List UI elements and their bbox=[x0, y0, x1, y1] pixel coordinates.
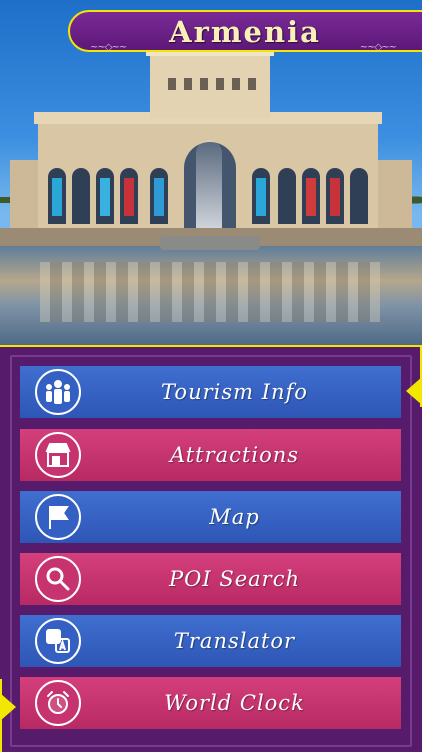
attractions-label: Attractions bbox=[169, 443, 300, 467]
attractions-button[interactable]: Attractions bbox=[20, 429, 401, 481]
facade-arch bbox=[350, 168, 368, 224]
tower-window bbox=[232, 78, 240, 90]
facade-banner bbox=[52, 178, 62, 216]
facade-banner bbox=[154, 178, 164, 216]
poi-search-label: POI Search bbox=[169, 567, 300, 591]
tourism-info-label: Tourism Info bbox=[161, 380, 308, 404]
pointer-left-icon bbox=[0, 693, 16, 721]
facade-arch bbox=[278, 168, 296, 224]
poi-search-button[interactable]: POI Search bbox=[20, 553, 401, 605]
map-label: Map bbox=[209, 505, 260, 529]
water-reflection bbox=[40, 262, 380, 322]
facade-banner bbox=[330, 178, 340, 216]
tourism-info-button[interactable]: Tourism Info bbox=[20, 366, 401, 418]
facade-banner bbox=[100, 178, 110, 216]
world-clock-label: World Clock bbox=[164, 691, 305, 715]
facade-banner bbox=[124, 178, 134, 216]
tower-window bbox=[248, 78, 256, 90]
translator-label: Translator bbox=[173, 629, 296, 653]
pointer-right-icon bbox=[406, 377, 422, 405]
ornament-right-icon: ~~◇~~ bbox=[359, 42, 397, 53]
facade-arch bbox=[72, 168, 90, 224]
world-clock-button[interactable]: World Clock bbox=[20, 677, 401, 729]
tower-window bbox=[168, 78, 176, 90]
translator-button[interactable]: Translator bbox=[20, 615, 401, 667]
title-banner: Armenia ~~◇~~ ~~◇~~ bbox=[68, 10, 422, 53]
facade-banner bbox=[306, 178, 316, 216]
tower-window bbox=[216, 78, 224, 90]
ornament-left-icon: ~~◇~~ bbox=[90, 42, 127, 53]
map-button[interactable]: Map bbox=[20, 491, 401, 543]
facade-banner bbox=[256, 178, 266, 216]
tower-window bbox=[200, 78, 208, 90]
tower-window bbox=[184, 78, 192, 90]
fountain-basin bbox=[160, 236, 260, 250]
